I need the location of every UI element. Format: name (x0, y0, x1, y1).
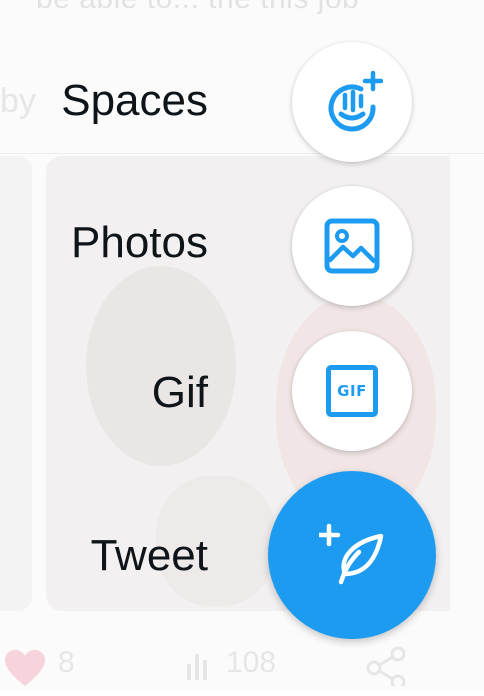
gif-icon: GIF (326, 365, 378, 417)
tweet-label: Tweet (90, 531, 208, 580)
like-count: 8 (58, 646, 75, 679)
gif-badge-text: GIF (337, 382, 367, 400)
spaces-button[interactable] (292, 42, 412, 162)
feather-plus-icon (319, 523, 384, 585)
feed-text-fragment: be able to... the this job (36, 0, 359, 16)
gif-button[interactable]: GIF (292, 331, 412, 451)
compose-tweet-button[interactable] (268, 471, 436, 639)
media-figure-shape (86, 266, 236, 466)
spaces-label: Spaces (61, 76, 208, 125)
image-icon (324, 218, 380, 274)
feed-author-fragment: by (0, 82, 36, 120)
like-heart-icon (2, 648, 48, 688)
photos-label: Photos (71, 218, 208, 267)
photos-button[interactable] (292, 186, 412, 306)
feed-media-left (0, 156, 32, 611)
share-icon (364, 646, 408, 694)
gif-label: Gif (151, 368, 208, 417)
spaces-plus-icon (328, 71, 383, 132)
views-icon (186, 646, 212, 687)
view-count: 108 (226, 646, 277, 679)
feed-divider (0, 153, 484, 154)
